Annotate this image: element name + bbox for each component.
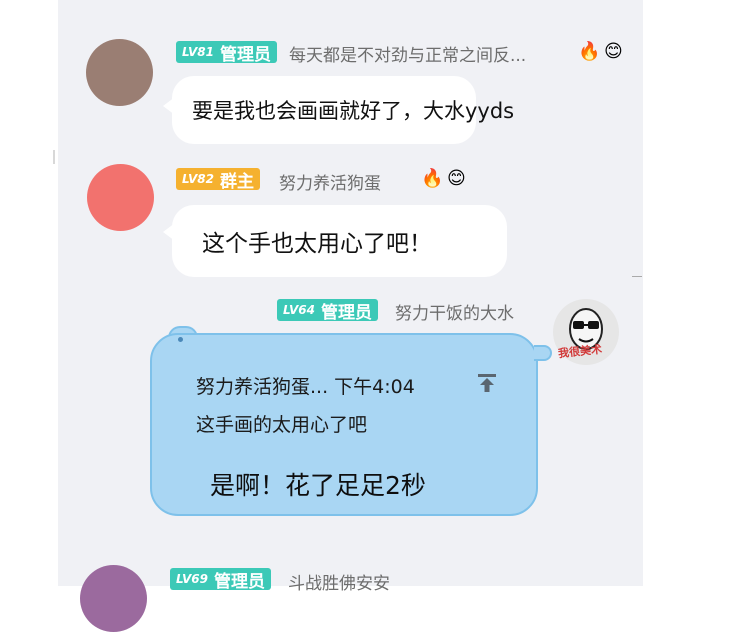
quote-author: 努力养活狗蛋... 下午4:04 [196,376,415,398]
level-label: LV82 [182,172,214,186]
quote-text: 这手画的太用心了吧 [196,414,368,436]
avatar[interactable] [80,565,147,632]
message-bubble[interactable]: 这个手也太用心了吧！ [172,205,507,277]
smile-flower-icon: 😊 [447,168,466,189]
level-badge: LV81 管理员 [176,41,277,65]
level-badge: LV82 群主 [176,168,260,192]
message-text: 要是我也会画画就好了，大水yyds [192,99,515,123]
level-badge: LV64 管理员 [277,299,378,323]
avatar[interactable] [87,164,154,231]
fire-icon: 🔥 [578,41,601,62]
level-label: LV64 [283,303,315,317]
role-label: 群主 [219,171,254,192]
jump-to-original-icon[interactable] [476,372,498,394]
message-bubble[interactable]: 要是我也会画画就好了，大水yyds [172,76,514,144]
fire-icon: 🔥 [421,168,444,189]
sender-nickname[interactable]: 努力干饭的大水 [395,299,514,324]
role-label: 管理员 [213,571,265,592]
avatar[interactable] [86,39,153,106]
role-label: 管理员 [320,302,372,323]
level-badge: LV69 管理员 [170,568,271,592]
smile-flower-icon: 😊 [604,41,623,62]
sender-nickname[interactable]: 斗战胜佛安安 [288,569,390,594]
message-text: 这个手也太用心了吧！ [202,231,432,257]
sender-nickname[interactable]: 努力养活狗蛋 [279,169,381,194]
role-label: 管理员 [219,44,271,65]
bubble-eye [178,337,183,342]
divider [632,276,642,277]
divider [53,150,55,164]
message-text: 是啊！花了足足2秒 [210,471,426,500]
bubble-tail [534,345,552,361]
sender-nickname[interactable]: 每天都是不对劲与正常之间反... [289,41,526,66]
level-label: LV81 [182,45,214,59]
level-label: LV69 [176,572,208,586]
